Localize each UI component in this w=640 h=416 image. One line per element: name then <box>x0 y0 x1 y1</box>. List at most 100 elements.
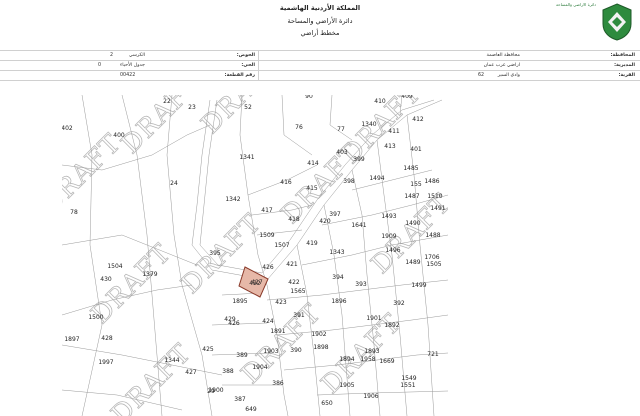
parcel-label: 393 <box>355 281 367 288</box>
parcel-label: 1997 <box>98 359 113 366</box>
parcel-label: 410 <box>374 98 386 105</box>
parcel-label: 409 <box>401 95 413 100</box>
parcel-label: 1505 <box>426 261 441 268</box>
parcel-label: 1896 <box>331 298 346 305</box>
cadastral-map[interactable]: DRAFT DRAFT DRAFT DRAFT DRAFT DRAFT DRAFT DRAFT… <box>62 95 448 416</box>
parcel-label: 423 <box>275 299 287 306</box>
kingdom-title: المملكة الأردنية الهاشمية <box>279 4 361 12</box>
parcel-label: 1897 <box>64 336 79 343</box>
parcel-label: 391 <box>293 312 305 319</box>
draft-watermark: DRAFT <box>106 338 198 416</box>
parcel-label: 23 <box>188 104 196 111</box>
parcel-label: 1379 <box>142 271 157 278</box>
parcel-label: 392 <box>393 300 405 307</box>
parcel-label: 1894 <box>339 356 354 363</box>
parcel-label: 1341 <box>239 154 254 161</box>
parcel-label: 1491 <box>430 205 445 212</box>
parcel-label: 1500 <box>88 314 103 321</box>
info-row: المديرية: اراضي غرب عمان الحي: جدول الأح… <box>0 60 640 70</box>
parcel-label: 1909 <box>381 233 396 240</box>
village-label: القرية: <box>618 73 635 78</box>
village-value: وادي السير <box>497 73 520 78</box>
parcel-label: 1906 <box>363 393 378 400</box>
parcel-label: 1551 <box>400 382 415 389</box>
parcel-label: 398 <box>343 178 355 185</box>
parcel-label: 426 <box>228 320 240 327</box>
parcel-label: 721 <box>427 351 439 358</box>
parcel-label: 430 <box>100 276 112 283</box>
parcel-label: 402 <box>62 125 73 132</box>
parcel-label: 403 <box>336 149 348 156</box>
parcel-label: 414 <box>307 160 319 167</box>
parcel-label: 1487 <box>404 193 419 200</box>
parcel-label: 1509 <box>259 232 274 239</box>
parcel-label: 424 <box>262 318 274 325</box>
parcel-label: 1344 <box>164 357 179 364</box>
basin-number: 2 <box>110 53 114 58</box>
parcel-label: 1905 <box>339 382 354 389</box>
parcel-label: 1893 <box>364 348 379 355</box>
map-canvas[interactable]: DRAFTDRAFTDRAFTDRAFTDRAFTDRAFTDRAFTDRAFT… <box>62 95 448 416</box>
parcel-label: 418 <box>288 216 300 223</box>
parcel-label: 76 <box>295 124 303 131</box>
parcel-label: 1488 <box>425 232 440 239</box>
basin-label: الحوض: <box>236 53 255 58</box>
parcel-label: 1496 <box>385 247 400 254</box>
governorate-value: محافظة العاصمة <box>486 53 520 58</box>
parcel-label: 1489 <box>405 259 420 266</box>
parcel-label: 649 <box>245 406 257 413</box>
directorate-value: اراضي غرب عمان <box>483 63 520 68</box>
parcel-label: 1494 <box>369 175 384 182</box>
parcel-label: 1641 <box>351 222 366 229</box>
parcel-label: 1485 <box>403 165 418 172</box>
parcel-label: 389 <box>236 352 248 359</box>
parcel-label: 1903 <box>263 348 278 355</box>
department-title: دائرة الأراضي والمساحة <box>287 17 353 25</box>
parcel-label: 388 <box>222 368 234 375</box>
parcel-label: 1891 <box>270 328 285 335</box>
parcel-label: 1504 <box>107 263 122 270</box>
parcel-label: 390 <box>290 347 302 354</box>
parcel-label: 155 <box>410 181 422 188</box>
department-logo <box>600 2 634 42</box>
parcel-label: 417 <box>261 207 273 214</box>
parcel-label: 412 <box>412 116 424 123</box>
parcel-label: 1958 <box>360 356 375 363</box>
sheet-label: جدول الأحياء <box>119 63 145 68</box>
parcel-label: 1490 <box>405 220 420 227</box>
parcel-label: 386 <box>272 380 284 387</box>
parcel-label: 1706 <box>424 254 439 261</box>
info-row: المحافظة: محافظة العاصمة الحوض: الكرسي 2 <box>0 50 640 60</box>
parcel-number-label: رقم القطعة: <box>224 73 255 78</box>
parcel-label: 1493 <box>381 213 396 220</box>
parcel-label: 427 <box>185 369 197 376</box>
governorate-label: المحافظة: <box>610 53 635 58</box>
parcel-label: 395 <box>209 250 221 257</box>
village-number: 62 <box>478 73 485 78</box>
parcel-label: 420 <box>319 218 331 225</box>
parcel-label: 1895 <box>232 298 247 305</box>
parcel-label: 419 <box>306 240 318 247</box>
parcel-number-value: 00422 <box>120 73 136 78</box>
parcel-label: 1342 <box>225 196 240 203</box>
sheet-value: 0 <box>98 63 102 68</box>
parcel-label: 1902 <box>311 331 326 338</box>
parcel-label: 1510 <box>427 193 442 200</box>
parcel-label: 400 <box>113 132 125 139</box>
parcel-label: 1507 <box>274 242 289 249</box>
parcel-label: 425 <box>202 346 214 353</box>
parcel-label: 77 <box>337 126 345 133</box>
parcel-label: 428 <box>101 335 113 342</box>
parcel-label: 1900 <box>208 387 223 394</box>
parcel-label: 650 <box>321 400 333 407</box>
parcel-label: 411 <box>388 128 400 135</box>
parcel-label: 413 <box>384 143 396 150</box>
parcel-label: 1565 <box>290 288 305 295</box>
draft-watermark: DRAFT <box>62 128 127 220</box>
divider <box>258 71 259 80</box>
parcel-label: 1486 <box>424 178 439 185</box>
parcel-label: 1343 <box>329 249 344 256</box>
parcel-label: 415 <box>306 185 318 192</box>
parcel-label: 1549 <box>401 375 416 382</box>
parcel-label: 90 <box>305 95 313 100</box>
